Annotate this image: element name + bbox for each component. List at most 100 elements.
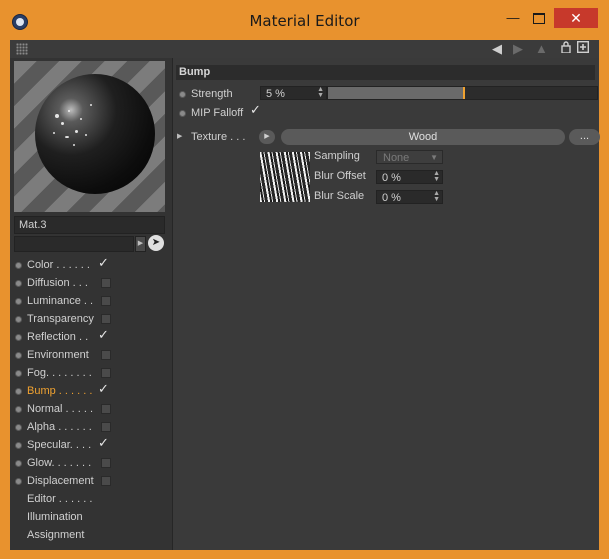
texture-label: Texture . . . [191, 131, 246, 143]
mip-falloff-label: MIP Falloff [191, 107, 244, 119]
channel-item[interactable]: Glow. . . . . . . [10, 455, 172, 473]
toolbar: ◀ ▶ ▲ [10, 40, 599, 59]
channel-label: Glow. . . . . . . [27, 457, 92, 469]
arrow-left-icon[interactable]: ◀ [492, 41, 502, 57]
minimize-button[interactable]: — [502, 8, 524, 28]
strength-slider-fill [328, 87, 463, 99]
mip-animate-dot[interactable] [179, 110, 186, 117]
channel-checkbox[interactable]: ✓ [98, 436, 109, 451]
channel-checkbox[interactable] [101, 476, 111, 486]
sampling-label: Sampling [314, 150, 360, 162]
texture-thumbnail [260, 152, 310, 202]
channel-dot-icon [15, 280, 22, 287]
channel-checkbox[interactable] [101, 422, 111, 432]
channel-item[interactable]: Illumination [10, 509, 172, 527]
strength-label: Strength [191, 88, 233, 100]
blur-scale-value: 0 % [382, 192, 401, 204]
maximize-icon [533, 13, 545, 25]
channel-item[interactable]: Fog. . . . . . . . [10, 365, 172, 383]
channel-checkbox[interactable]: ✓ [98, 382, 109, 397]
preview-sphere [35, 74, 155, 194]
grip-icon[interactable] [16, 43, 28, 55]
right-panel: Bump Strength 5 % ▲ ▼ MIP Falloff ✓ ▶ Tex… [173, 58, 600, 550]
channel-dot-icon [15, 334, 22, 341]
channel-label: Diffusion . . . [27, 277, 88, 289]
channel-dot-icon [15, 352, 22, 359]
channel-item[interactable]: Diffusion . . . [10, 275, 172, 293]
channel-item[interactable]: Alpha . . . . . . [10, 419, 172, 437]
channel-label: Fog. . . . . . . . [27, 367, 92, 379]
channel-item[interactable]: Assignment [10, 527, 172, 545]
channel-checkbox[interactable] [101, 296, 111, 306]
channel-item[interactable]: Luminance . . [10, 293, 172, 311]
strength-animate-dot[interactable] [179, 91, 186, 98]
texture-expand-icon[interactable]: ▶ [177, 132, 182, 140]
channel-label: Assignment [27, 529, 85, 541]
layer-arrow-button[interactable]: ▶ [135, 236, 146, 252]
sampling-dropdown[interactable]: None ▼ [376, 150, 443, 164]
section-header: Bump [176, 65, 595, 80]
channel-checkbox[interactable] [101, 458, 111, 468]
channel-checkbox[interactable]: ✓ [98, 256, 109, 271]
channel-checkbox[interactable] [101, 278, 111, 288]
channel-dot-icon [15, 370, 22, 377]
channel-item[interactable]: Specular. . . . ✓ [10, 436, 172, 455]
blur-scale-label: Blur Scale [314, 190, 365, 202]
channel-checkbox[interactable] [101, 314, 111, 324]
channel-item[interactable]: Normal . . . . . [10, 401, 172, 419]
channel-dot-icon [15, 262, 22, 269]
channel-checkbox[interactable] [101, 350, 111, 360]
strength-input[interactable]: 5 % ▲ ▼ [260, 86, 327, 100]
channel-dot-icon [15, 460, 22, 467]
material-name-field[interactable]: Mat.3 [14, 216, 165, 234]
channel-dot-icon [15, 478, 22, 485]
texture-name-button[interactable]: Wood [281, 129, 565, 145]
channel-dot-icon [15, 298, 22, 305]
new-window-icon[interactable] [576, 40, 590, 57]
title-bar[interactable]: Material Editor — ✕ [0, 0, 609, 40]
up-icon[interactable]: ▲ [535, 41, 548, 57]
channel-label: Editor . . . . . . [27, 493, 93, 505]
channel-item[interactable]: Editor . . . . . . [10, 491, 172, 509]
channel-label: Color . . . . . . [27, 259, 90, 271]
sampling-value: None [383, 152, 410, 164]
channel-label: Transparency [27, 313, 94, 325]
channel-checkbox[interactable]: ✓ [98, 328, 109, 343]
blur-offset-input[interactable]: 0 % ▲ ▼ [376, 170, 443, 184]
channel-checkbox[interactable] [101, 368, 111, 378]
mip-falloff-checkbox[interactable]: ✓ [250, 103, 261, 118]
material-preview[interactable] [14, 61, 165, 212]
pick-icon[interactable]: ➤ [148, 235, 164, 251]
channel-label: Specular. . . . [27, 439, 92, 451]
blur-scale-input[interactable]: 0 % ▲ ▼ [376, 190, 443, 204]
blur-scale-spinner[interactable]: ▲ ▼ [433, 190, 440, 203]
layer-field[interactable] [14, 236, 134, 252]
channel-checkbox[interactable] [101, 404, 111, 414]
texture-browse-button[interactable]: ... [569, 129, 600, 145]
channel-label: Alpha . . . . . . [27, 421, 92, 433]
channel-item[interactable]: Color . . . . . . ✓ [10, 256, 172, 275]
editor-client-area: ◀ ▶ ▲ Mat.3 ▶ ➤ Color . . . . . . ✓ Diff… [10, 40, 600, 550]
strength-value: 5 % [266, 88, 285, 100]
channel-item[interactable]: Environment [10, 347, 172, 365]
channel-item[interactable]: Displacement [10, 473, 172, 491]
channel-label: Normal . . . . . [27, 403, 94, 415]
channel-item[interactable]: Reflection . . ✓ [10, 328, 172, 347]
strength-slider-handle[interactable] [463, 87, 465, 99]
blur-offset-spinner[interactable]: ▲ ▼ [433, 170, 440, 183]
channel-label: Displacement [27, 475, 94, 487]
channel-item[interactable]: Bump . . . . . . ✓ [10, 382, 172, 401]
channel-dot-icon [15, 442, 22, 449]
channel-item[interactable]: Transparency [10, 311, 172, 329]
close-button[interactable]: ✕ [554, 8, 598, 28]
maximize-button[interactable] [528, 8, 550, 28]
arrow-right-icon[interactable]: ▶ [513, 41, 523, 57]
material-editor-window: Material Editor — ✕ ◀ ▶ ▲ Mat.3 ▶ ➤ Colo… [0, 0, 609, 559]
texture-menu-button[interactable]: ▶ [259, 130, 275, 144]
strength-spinner[interactable]: ▲ ▼ [317, 86, 324, 99]
channel-dot-icon [15, 316, 22, 323]
lock-icon[interactable] [561, 41, 571, 57]
channel-dot-icon [15, 388, 22, 395]
channel-label: Luminance . . [27, 295, 94, 307]
strength-slider[interactable] [327, 86, 598, 100]
